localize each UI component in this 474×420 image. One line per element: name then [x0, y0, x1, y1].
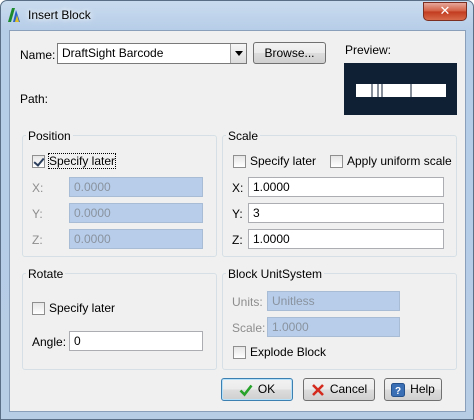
- scale-x-input[interactable]: 1.0000: [248, 177, 444, 197]
- scale-y-label: Y:: [232, 207, 243, 221]
- question-mark-icon: ?: [391, 382, 406, 397]
- title-bar[interactable]: Insert Block ✕: [1, 1, 473, 29]
- scale-x-label: X:: [232, 181, 244, 195]
- cancel-button[interactable]: Cancel: [303, 378, 375, 401]
- angle-label: Angle:: [32, 335, 67, 349]
- close-icon: ✕: [439, 4, 451, 19]
- dialog-body: Name: DraftSight Barcode Browse... Previ…: [9, 30, 466, 412]
- scale-y-input[interactable]: 3: [248, 203, 444, 223]
- scale-specify-later-label[interactable]: Specify later: [250, 154, 316, 168]
- path-label: Path:: [20, 92, 49, 106]
- angle-input[interactable]: 0: [69, 331, 203, 351]
- block-unitsystem-group-title: Block UnitSystem: [226, 267, 325, 281]
- position-x-input[interactable]: 0.0000: [69, 177, 203, 197]
- window-title: Insert Block: [28, 8, 91, 22]
- cancel-button-label: Cancel: [329, 382, 368, 396]
- explode-block-checkbox[interactable]: [233, 346, 246, 359]
- position-x-label: X:: [32, 181, 44, 195]
- browse-button[interactable]: Browse...: [253, 42, 326, 64]
- name-combobox-value: DraftSight Barcode: [62, 46, 164, 60]
- help-button[interactable]: ? Help: [384, 378, 442, 401]
- position-specify-later-label[interactable]: Specify later: [47, 153, 117, 169]
- chevron-down-icon[interactable]: [230, 44, 246, 63]
- rotate-group: [22, 273, 217, 370]
- draftsight-logo-icon: [8, 8, 20, 22]
- apply-uniform-scale-label[interactable]: Apply uniform scale: [347, 154, 452, 168]
- help-button-label: Help: [410, 382, 435, 396]
- insert-block-dialog: Insert Block ✕ Name: DraftSight Barcode …: [0, 0, 474, 420]
- units-input[interactable]: Unitless: [267, 291, 400, 311]
- position-z-input[interactable]: 0.0000: [69, 229, 203, 249]
- unit-scale-label: Scale:: [232, 321, 266, 335]
- rotate-specify-later-label[interactable]: Specify later: [49, 301, 115, 315]
- position-y-label: Y:: [32, 207, 43, 221]
- name-label: Name:: [20, 48, 56, 62]
- scale-group-title: Scale: [226, 129, 261, 143]
- preview-label: Preview:: [345, 43, 392, 57]
- ok-button-label: OK: [257, 382, 276, 396]
- units-label: Units:: [232, 295, 263, 309]
- position-group-title: Position: [26, 129, 73, 143]
- scale-z-label: Z:: [232, 233, 243, 247]
- block-preview: [344, 63, 457, 115]
- unit-scale-input[interactable]: 1.0000: [267, 317, 400, 337]
- scale-z-input[interactable]: 1.0000: [248, 229, 444, 249]
- scale-specify-later-checkbox[interactable]: [233, 155, 246, 168]
- green-checkmark-icon: [239, 384, 253, 397]
- red-x-icon: [311, 383, 324, 396]
- rotate-group-title: Rotate: [26, 267, 66, 281]
- barcode-preview-image: [356, 84, 446, 97]
- close-button[interactable]: ✕: [423, 2, 467, 21]
- apply-uniform-scale-checkbox[interactable]: [330, 155, 343, 168]
- position-z-label: Z:: [32, 233, 43, 247]
- svg-text:?: ?: [395, 386, 401, 397]
- position-y-input[interactable]: 0.0000: [69, 203, 203, 223]
- explode-block-label[interactable]: Explode Block: [250, 345, 326, 359]
- ok-button[interactable]: OK: [221, 378, 293, 401]
- position-specify-later-checkbox[interactable]: [32, 155, 45, 168]
- rotate-specify-later-checkbox[interactable]: [32, 302, 45, 315]
- name-combobox[interactable]: DraftSight Barcode: [57, 43, 247, 64]
